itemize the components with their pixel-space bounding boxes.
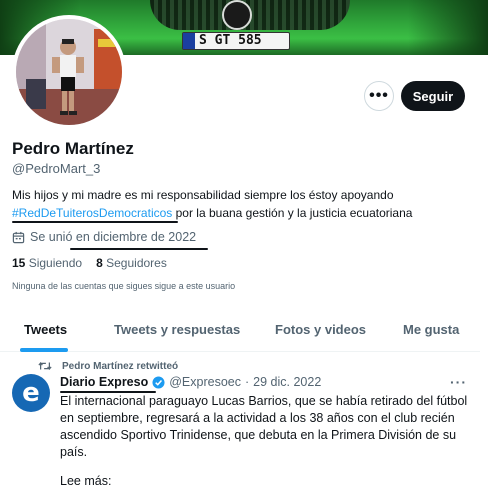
tab-tweets[interactable]: Tweets — [24, 312, 67, 352]
tab-likes[interactable]: Me gusta — [403, 312, 459, 352]
more-options-button[interactable]: ••• — [364, 81, 394, 111]
no-mutual-followers-note: Ninguna de las cuentas que sigues sigue … — [12, 281, 236, 291]
retweet-context: Pedro Martínez retwitteó — [38, 360, 178, 372]
join-date-underline-mark — [70, 248, 208, 250]
bio-text-start: Mis hijos y mi madre es mi responsabilid… — [12, 188, 394, 202]
verified-icon — [152, 375, 165, 389]
retweet-label[interactable]: Pedro Martínez retwitteó — [62, 361, 178, 372]
tab-tweets-and-replies[interactable]: Tweets y respuestas — [114, 312, 240, 352]
tweet-author-handle[interactable]: @Expresoec — [169, 375, 241, 389]
tweet-separator: · — [244, 375, 250, 389]
join-date: Se unió en diciembre de 2022 — [12, 230, 196, 244]
tweet-author-avatar[interactable]: e — [12, 374, 50, 412]
bio-text-end: por la buana gestión y la justicia ecuat… — [172, 206, 413, 220]
following-link[interactable]: 15 Siguiendo — [12, 256, 82, 270]
tweet-header: Diario Expreso @Expresoec · 29 dic. 2022 — [60, 375, 321, 389]
following-label: Siguiendo — [28, 256, 83, 270]
followers-link[interactable]: 8 Seguidores — [96, 256, 167, 270]
profile-avatar[interactable] — [12, 15, 126, 129]
expreso-logo-letter: e — [22, 378, 40, 408]
banner-shade-right — [408, 0, 488, 55]
profile-tabs: Tweets Tweets y respuestas Fotos y video… — [0, 312, 480, 352]
tweet-date[interactable]: 29 dic. 2022 — [253, 375, 321, 389]
more-icon: ••• — [369, 87, 389, 104]
calendar-icon — [12, 231, 25, 243]
followers-count: 8 — [96, 256, 103, 270]
tab-photos-and-videos[interactable]: Fotos y videos — [275, 312, 366, 352]
joined-date-value: diciembre de 2022 — [93, 230, 197, 244]
active-tab-indicator — [20, 348, 68, 352]
profile-name: Pedro Martínez — [12, 139, 134, 158]
retweet-icon — [38, 361, 52, 371]
profile-bio: Mis hijos y mi madre es mi responsabilid… — [12, 186, 482, 222]
plate-text: S GT 585 — [199, 33, 262, 48]
profile-handle: @PedroMart_3 — [12, 161, 101, 176]
follow-stats: 15 Siguiendo 8 Seguidores — [12, 256, 167, 270]
tweet-more-icon[interactable]: ··· — [450, 374, 467, 390]
tweet-author-name[interactable]: Diario Expreso — [60, 375, 148, 389]
following-count: 15 — [12, 256, 26, 270]
follow-button[interactable]: Seguir — [401, 81, 465, 111]
hashtag-underline-mark — [12, 221, 178, 223]
joined-prefix: Se unió en — [30, 230, 94, 244]
followers-label: Seguidores — [106, 256, 167, 270]
plate-eu-strip — [183, 33, 195, 49]
avatar-photo — [16, 19, 122, 125]
tweet-read-more: Lee más: — [60, 474, 112, 488]
bio-hashtag-link[interactable]: #RedDeTuiterosDemocraticos — [12, 206, 172, 220]
license-plate: S GT 585 — [182, 32, 290, 50]
tweet-text: El internacional paraguayo Lucas Barrios… — [60, 394, 468, 459]
car-emblem — [222, 0, 252, 30]
